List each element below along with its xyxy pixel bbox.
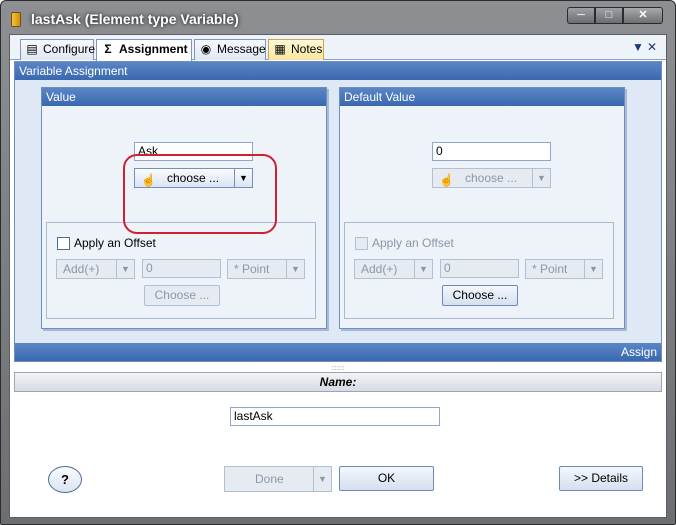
default-choose-button[interactable]: Choose ... <box>442 285 518 306</box>
ok-button[interactable]: OK <box>339 466 434 491</box>
tab-message[interactable]: ◉ Message <box>194 39 266 60</box>
tab-menu-icon[interactable]: ▼ <box>632 40 644 54</box>
tab-close-icon[interactable]: ✕ <box>647 40 657 54</box>
maximize-button[interactable]: □ <box>595 7 623 24</box>
default-choose-combo[interactable]: ☝ choose ... ▼ <box>432 168 551 188</box>
default-offset-box: Apply an Offset Add(+) ▼ 0 * Point ▼ Cho… <box>344 222 614 319</box>
dialog-window: lastAsk (Element type Variable) ─ □ ✕ ▤ … <box>0 0 676 525</box>
chevron-down-icon: ▼ <box>313 467 331 491</box>
dialog-client: ▤ Configure Σ Assignment ◉ Message ▦ Not… <box>9 34 667 518</box>
name-input[interactable]: lastAsk <box>230 407 440 426</box>
title-bar[interactable]: lastAsk (Element type Variable) ─ □ ✕ <box>1 1 675 37</box>
value-offset-input[interactable]: 0 <box>142 259 221 278</box>
default-value-input[interactable]: 0 <box>432 142 551 161</box>
value-highlight-ring <box>123 154 277 234</box>
variable-icon <box>11 12 21 27</box>
value-offset-label: Apply an Offset <box>74 236 156 250</box>
chevron-down-icon: ▼ <box>414 260 432 278</box>
tab-configure[interactable]: ▤ Configure <box>20 39 95 60</box>
assign-footer: Assign <box>15 343 661 361</box>
tab-assignment[interactable]: Σ Assignment <box>96 39 192 61</box>
chevron-down-icon: ▼ <box>584 260 602 278</box>
details-button[interactable]: >> Details <box>559 466 643 491</box>
default-value-panel: Default Value 0 ☝ choose ... ▼ Apply an … <box>339 87 625 329</box>
default-op-combo[interactable]: Add(+) ▼ <box>354 259 433 279</box>
default-value-panel-header: Default Value <box>340 88 624 106</box>
value-op-combo[interactable]: Add(+) ▼ <box>56 259 135 279</box>
chevron-down-icon: ▼ <box>286 260 304 278</box>
value-offset-box: Apply an Offset Add(+) ▼ 0 * Point ▼ Cho… <box>46 222 316 319</box>
default-unit-combo[interactable]: * Point ▼ <box>525 259 603 279</box>
variable-assignment-group: Variable Assignment Value Ask ☝ choose .… <box>14 61 662 362</box>
variable-assignment-header: Variable Assignment <box>15 62 661 80</box>
configure-icon: ▤ <box>26 42 38 56</box>
help-button[interactable]: ? <box>48 466 82 493</box>
default-offset-checkbox[interactable] <box>355 237 368 250</box>
notes-icon: ▦ <box>274 42 286 56</box>
window-title: lastAsk (Element type Variable) <box>31 11 239 27</box>
message-icon: ◉ <box>200 42 212 56</box>
value-unit-combo[interactable]: * Point ▼ <box>227 259 305 279</box>
chevron-down-icon: ▼ <box>532 169 550 187</box>
done-button[interactable]: Done ▼ <box>224 466 332 492</box>
hand-pointer-icon: ☝ <box>439 173 454 187</box>
tab-notes[interactable]: ▦ Notes <box>268 39 324 60</box>
value-offset-checkbox[interactable] <box>57 237 70 250</box>
sigma-icon: Σ <box>104 42 112 56</box>
close-window-button[interactable]: ✕ <box>623 7 663 24</box>
chevron-down-icon: ▼ <box>116 260 134 278</box>
default-offset-label: Apply an Offset <box>372 236 454 250</box>
tab-strip: ▤ Configure Σ Assignment ◉ Message ▦ Not… <box>10 35 666 61</box>
value-panel-header: Value <box>42 88 326 106</box>
minimize-button[interactable]: ─ <box>567 7 595 24</box>
value-choose-button[interactable]: Choose ... <box>144 285 220 306</box>
name-header: Name: <box>14 372 662 392</box>
default-offset-input[interactable]: 0 <box>440 259 519 278</box>
